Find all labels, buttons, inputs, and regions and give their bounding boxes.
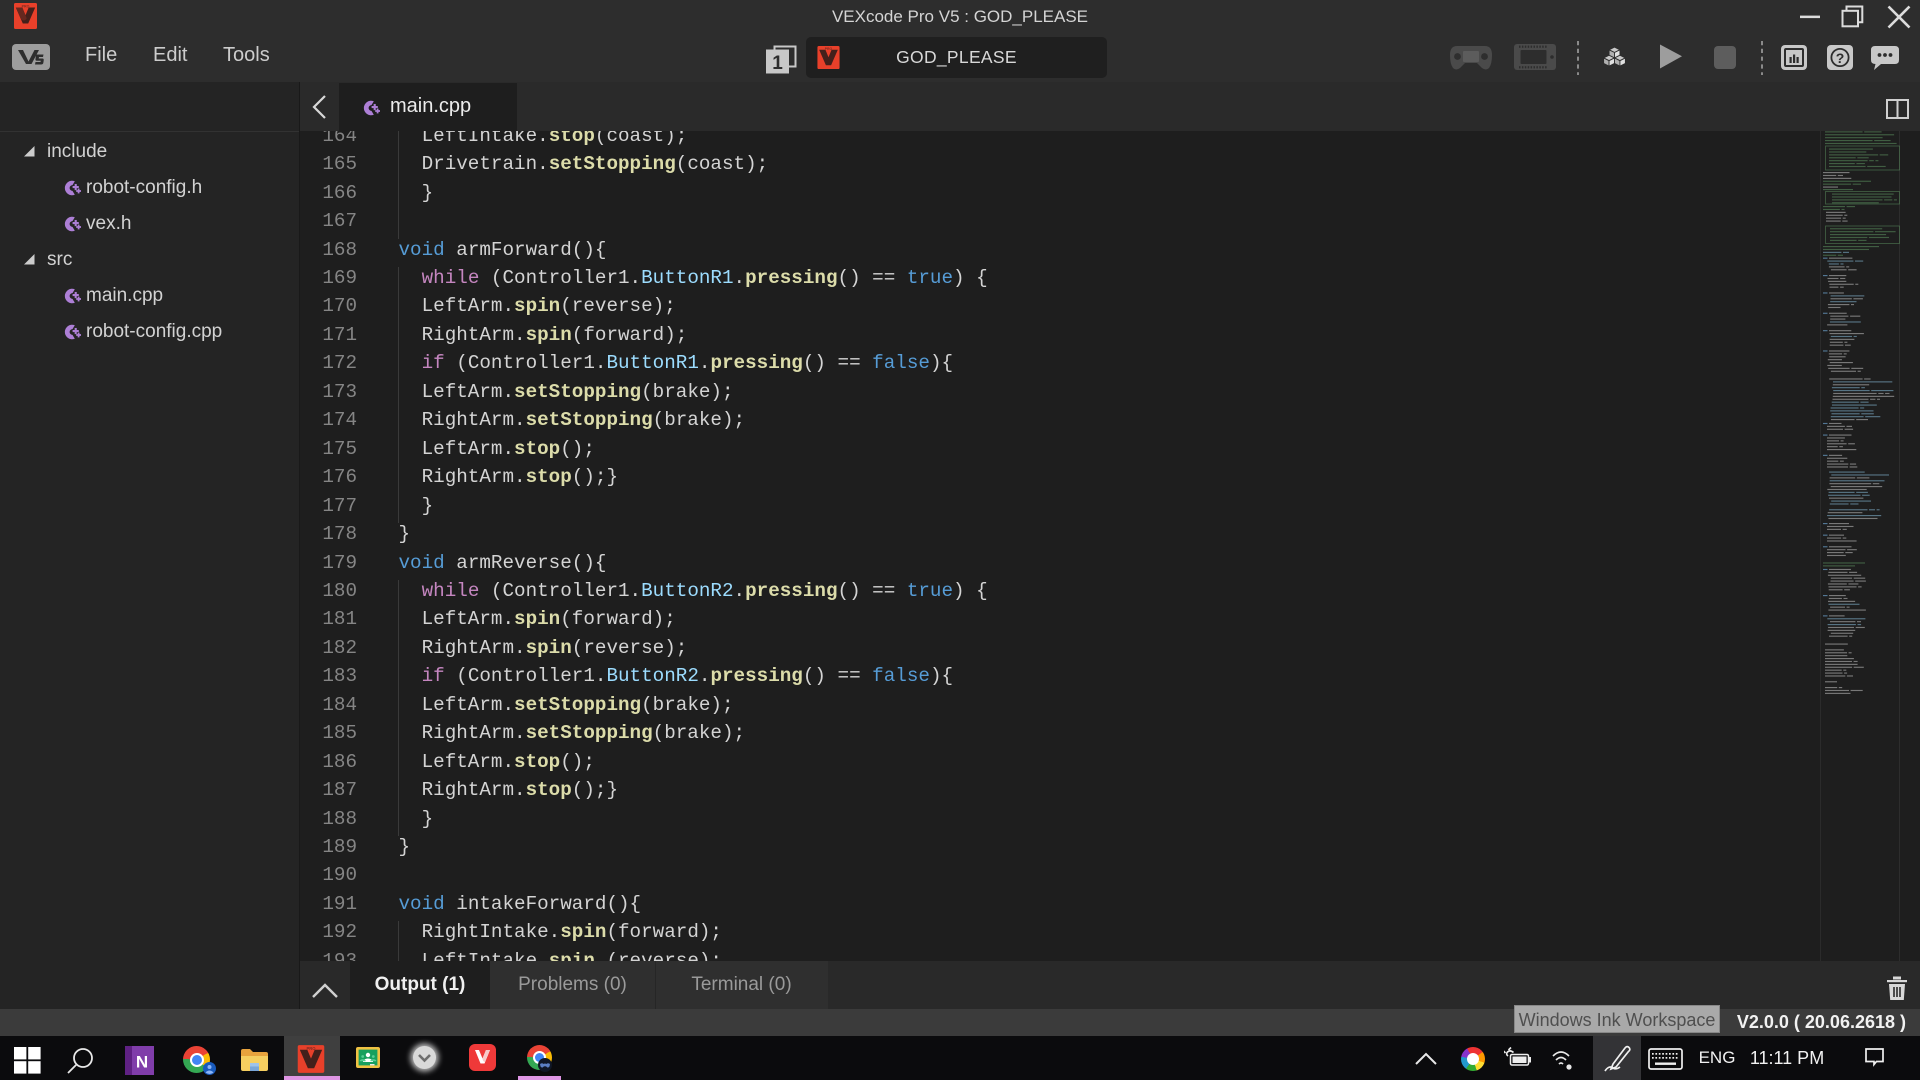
svg-text:PRO: PRO — [307, 1046, 317, 1051]
svg-text:N: N — [136, 1053, 148, 1072]
